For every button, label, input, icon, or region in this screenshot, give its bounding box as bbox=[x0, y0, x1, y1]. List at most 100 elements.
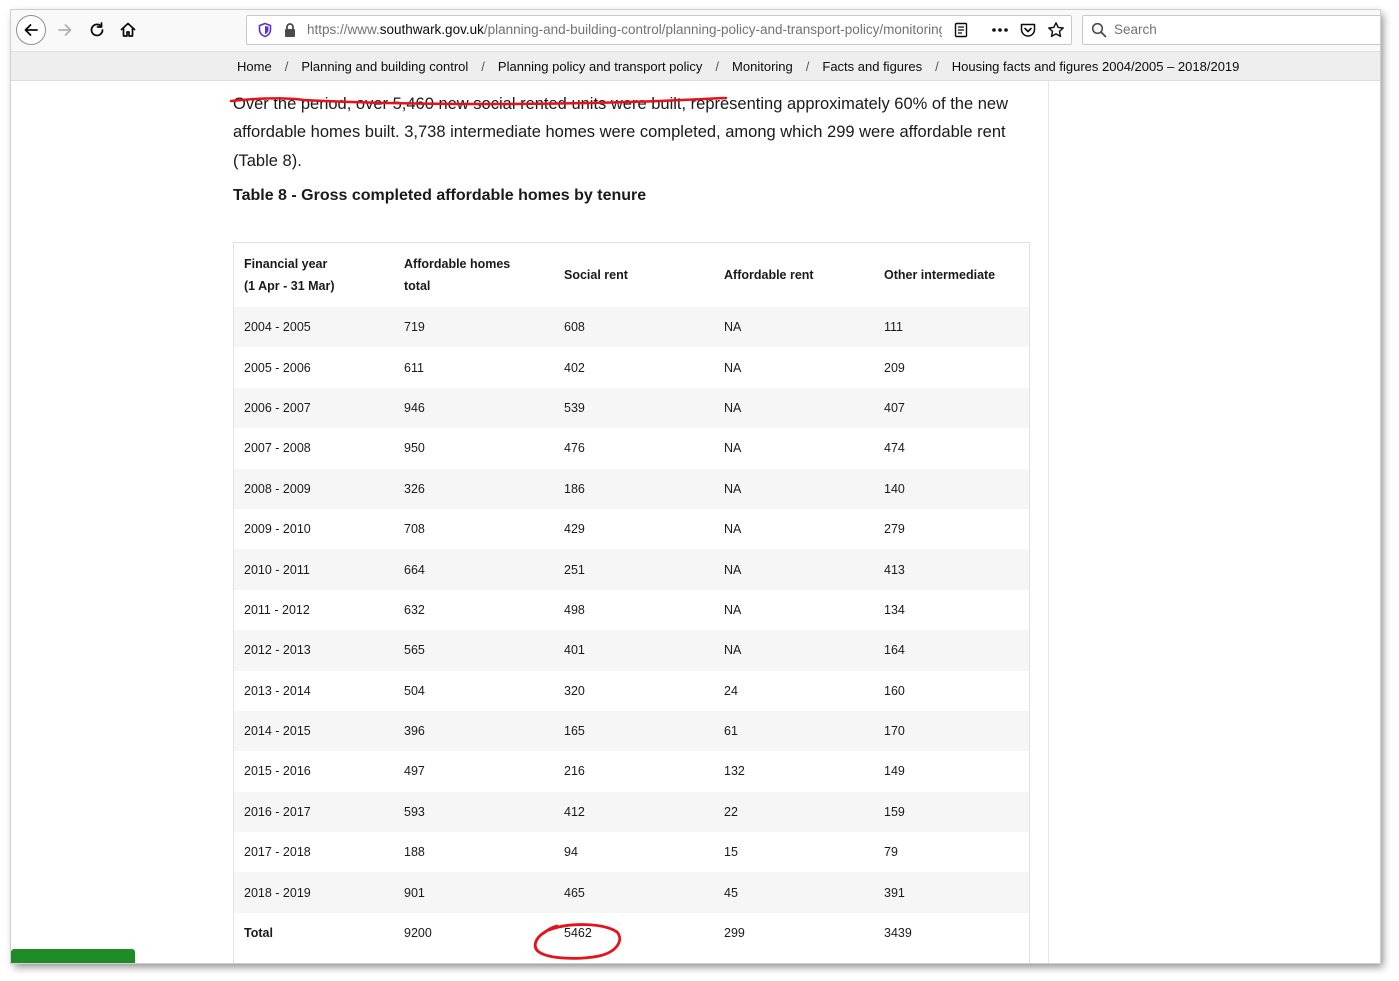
breadcrumb-housing-facts[interactable]: Housing facts and figures 2004/2005 – 20… bbox=[952, 59, 1240, 74]
search-bar[interactable]: Search bbox=[1082, 15, 1380, 45]
cell-affordable-total: 504 bbox=[404, 683, 425, 698]
total-other-intermediate: 3439 bbox=[874, 912, 1029, 954]
pocket-icon[interactable] bbox=[1019, 21, 1037, 39]
cell-year: 2012 - 2013 bbox=[234, 630, 394, 671]
total-affordable-rent: 299 bbox=[714, 912, 874, 954]
breadcrumb-monitoring[interactable]: Monitoring bbox=[732, 59, 793, 74]
cell-affordable-total: 664 bbox=[394, 549, 554, 590]
reload-button[interactable] bbox=[85, 18, 109, 42]
table-row: 2013 - 2014 504 320 24 160 bbox=[234, 671, 1029, 711]
cell-affordable-total: 497 bbox=[404, 764, 425, 779]
shield-icon[interactable] bbox=[257, 22, 273, 38]
breadcrumb-planning-transport-policy[interactable]: Planning policy and transport policy bbox=[498, 59, 703, 74]
bookmark-star-icon[interactable] bbox=[1047, 21, 1065, 39]
cell-social-rent: 320 bbox=[564, 683, 585, 698]
cell-other-intermediate: 111 bbox=[874, 307, 1029, 348]
header-total-line2: total bbox=[404, 279, 431, 293]
cell-year: 2011 - 2012 bbox=[244, 602, 310, 617]
breadcrumb-separator: / bbox=[805, 58, 810, 74]
url-domain: southwark.gov.uk bbox=[379, 22, 484, 37]
cell-other-intermediate: 170 bbox=[874, 710, 1029, 752]
table-row: 2005 - 2006 611 402 NA 209 bbox=[234, 347, 1029, 387]
cell-other-intermediate: 149 bbox=[884, 764, 905, 779]
table-row: 2015 - 2016 497 216 132 149 bbox=[234, 751, 1029, 791]
cell-other-intermediate: 134 bbox=[884, 602, 905, 617]
table-row: 2017 - 2018 188 94 15 79 bbox=[234, 832, 1029, 872]
header-affordable-total: Affordable homes total bbox=[394, 243, 554, 307]
cell-other-intermediate: 140 bbox=[874, 468, 1029, 509]
cell-social-rent: 498 bbox=[564, 602, 585, 617]
breadcrumb-separator: / bbox=[935, 58, 939, 74]
table-row: 2009 - 2010 708 429 NA 279 bbox=[234, 509, 1029, 549]
home-icon bbox=[120, 22, 136, 37]
cell-social-rent: 465 bbox=[554, 872, 714, 913]
cell-social-rent: 94 bbox=[564, 845, 578, 860]
cell-affordable-total: 719 bbox=[394, 307, 554, 348]
cell-affordable-rent: NA bbox=[724, 360, 742, 375]
cell-affordable-rent: 61 bbox=[714, 710, 874, 752]
cell-year: 2016 - 2017 bbox=[234, 791, 394, 833]
cell-social-rent: 429 bbox=[564, 522, 585, 537]
url-bar[interactable]: https://www.southwark.gov.uk/planning-an… bbox=[246, 15, 1072, 45]
feedback-tab[interactable] bbox=[11, 949, 135, 963]
cell-year: 2005 - 2006 bbox=[244, 360, 311, 375]
lock-icon[interactable] bbox=[283, 22, 297, 38]
header-financial-year: Financial year (1 Apr - 31 Mar) bbox=[234, 243, 394, 307]
cell-affordable-rent: NA bbox=[724, 602, 742, 617]
breadcrumb-home[interactable]: Home bbox=[237, 59, 272, 74]
cell-other-intermediate: 391 bbox=[874, 872, 1029, 913]
table-row: 2016 - 2017 593 412 22 159 bbox=[234, 791, 1029, 833]
cell-social-rent: 165 bbox=[554, 710, 714, 752]
url-text[interactable]: https://www.southwark.gov.uk/planning-an… bbox=[307, 16, 942, 44]
reader-view-icon[interactable] bbox=[953, 22, 969, 38]
header-total-line1: Affordable homes bbox=[404, 257, 511, 271]
breadcrumb-separator: / bbox=[715, 58, 720, 74]
breadcrumb-facts-figures[interactable]: Facts and figures bbox=[822, 59, 922, 74]
cell-year: 2017 - 2018 bbox=[244, 845, 311, 860]
cell-social-rent: 539 bbox=[554, 387, 714, 429]
home-button[interactable] bbox=[116, 18, 140, 42]
cell-affordable-rent: 132 bbox=[724, 764, 745, 779]
cell-year: 2018 - 2019 bbox=[234, 872, 394, 913]
cell-other-intermediate: 279 bbox=[884, 522, 905, 537]
table-row: 2008 - 2009 326 186 NA 140 bbox=[234, 468, 1029, 509]
total-year: Total bbox=[234, 912, 394, 954]
table-row: 2010 - 2011 664 251 NA 413 bbox=[234, 549, 1029, 590]
header-other-intermediate: Other intermediate bbox=[884, 268, 996, 282]
cell-affordable-rent: NA bbox=[714, 549, 874, 590]
table-row: 2004 - 2005 719 608 NA 111 bbox=[234, 307, 1029, 348]
cell-other-intermediate: 159 bbox=[874, 791, 1029, 833]
cell-other-intermediate: 407 bbox=[874, 387, 1029, 429]
cell-social-rent: 186 bbox=[554, 468, 714, 509]
cell-year: 2007 - 2008 bbox=[244, 441, 311, 456]
cell-affordable-rent: NA bbox=[724, 441, 742, 456]
table-row: 2014 - 2015 396 165 61 170 bbox=[234, 710, 1029, 752]
cell-year: 2009 - 2010 bbox=[244, 522, 311, 537]
cell-other-intermediate: 160 bbox=[884, 683, 905, 698]
cell-affordable-rent: NA bbox=[714, 387, 874, 429]
breadcrumb: Home / Planning and building control / P… bbox=[11, 52, 1380, 81]
forward-button[interactable] bbox=[53, 18, 77, 42]
red-underline-annotation bbox=[229, 96, 728, 106]
cell-other-intermediate: 164 bbox=[874, 630, 1029, 671]
cell-affordable-total: 396 bbox=[394, 710, 554, 752]
cell-affordable-total: 593 bbox=[394, 791, 554, 833]
breadcrumb-separator: / bbox=[284, 58, 289, 74]
breadcrumb-planning-building-control[interactable]: Planning and building control bbox=[301, 59, 468, 74]
back-button[interactable] bbox=[16, 15, 46, 45]
arrow-right-icon bbox=[58, 24, 72, 36]
cell-affordable-total: 950 bbox=[404, 441, 425, 456]
cell-social-rent: 402 bbox=[564, 360, 585, 375]
cell-affordable-total: 946 bbox=[394, 387, 554, 429]
cell-social-rent: 251 bbox=[554, 549, 714, 590]
cell-affordable-total: 565 bbox=[394, 630, 554, 671]
red-circle-annotation bbox=[533, 923, 622, 960]
more-actions-icon[interactable] bbox=[991, 22, 1009, 38]
url-prefix: https://www. bbox=[307, 22, 380, 37]
cell-social-rent: 476 bbox=[564, 441, 585, 456]
cell-year: 2014 - 2015 bbox=[234, 710, 394, 752]
breadcrumb-separator: / bbox=[481, 58, 485, 74]
cell-affordable-rent: NA bbox=[714, 468, 874, 509]
cell-affordable-total: 901 bbox=[394, 872, 554, 913]
table-row: 2018 - 2019 901 465 45 391 bbox=[234, 872, 1029, 913]
